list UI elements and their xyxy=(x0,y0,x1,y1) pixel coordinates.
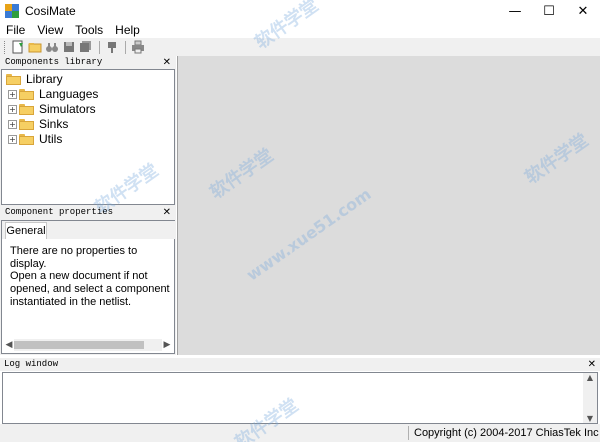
vertical-scrollbar[interactable]: ▲ ▼ xyxy=(583,373,597,423)
open-folder-icon[interactable] xyxy=(27,40,42,54)
panel-title-bar: Components library ✕ xyxy=(1,56,175,69)
folder-open-icon xyxy=(6,73,21,85)
print-icon[interactable] xyxy=(130,40,145,54)
tree-item-label: Simulators xyxy=(39,102,96,116)
scroll-left-icon[interactable]: ◀ xyxy=(4,340,14,350)
log-window-panel: Log window ✕ ▲ ▼ xyxy=(0,358,600,424)
horizontal-scrollbar[interactable]: ◀ ▶ xyxy=(4,339,172,351)
log-output[interactable]: ▲ ▼ xyxy=(2,372,598,424)
tree-root-library[interactable]: Library xyxy=(6,72,63,86)
close-icon[interactable]: ✕ xyxy=(163,206,171,219)
save-all-icon[interactable] xyxy=(78,40,93,54)
document-workspace[interactable] xyxy=(177,56,600,355)
app-logo-icon xyxy=(5,4,19,18)
folder-icon xyxy=(19,88,34,100)
toolbar-separator xyxy=(99,40,100,54)
toolbar-separator xyxy=(125,40,126,54)
scroll-up-icon[interactable]: ▲ xyxy=(587,373,593,382)
folder-icon xyxy=(19,103,34,115)
tree-item-label: Utils xyxy=(39,132,63,146)
save-icon[interactable] xyxy=(61,40,76,54)
expand-icon[interactable]: + xyxy=(8,134,17,144)
panel-title-bar: Component properties ✕ xyxy=(1,206,175,219)
properties-body: General There are no properties to displ… xyxy=(1,220,176,354)
close-button[interactable]: ✕ xyxy=(566,0,600,22)
menu-view[interactable]: View xyxy=(37,23,63,37)
new-document-icon[interactable] xyxy=(10,40,25,54)
scroll-right-icon[interactable]: ▶ xyxy=(162,340,172,350)
expand-icon[interactable]: + xyxy=(8,104,17,114)
tree-item-sinks[interactable]: + Sinks xyxy=(8,117,68,131)
no-properties-text: There are no properties to display. xyxy=(10,245,138,270)
window-title: CosiMate xyxy=(25,4,76,18)
left-dock: Components library ✕ Library + Languages… xyxy=(0,56,176,355)
folder-icon xyxy=(19,118,34,130)
toolbar xyxy=(0,38,600,56)
toolbar-grip[interactable] xyxy=(4,40,7,54)
component-properties-panel: Component properties ✕ General There are… xyxy=(1,206,176,354)
tree-item-languages[interactable]: + Languages xyxy=(8,87,98,101)
expand-icon[interactable]: + xyxy=(8,119,17,129)
copyright-text: Copyright (c) 2004-2017 ChiasTek Inc xyxy=(414,427,599,439)
component-properties-title: Component properties xyxy=(5,207,114,217)
log-window-title: Log window xyxy=(4,359,59,369)
close-icon[interactable]: ✕ xyxy=(163,56,171,69)
maximize-button[interactable]: ☐ xyxy=(532,0,566,22)
binoculars-icon[interactable] xyxy=(44,40,59,54)
menu-file[interactable]: File xyxy=(6,23,25,37)
expand-icon[interactable]: + xyxy=(8,89,17,99)
title-bar: CosiMate — ☐ ✕ xyxy=(0,0,600,22)
components-library-panel: Components library ✕ Library + Languages… xyxy=(1,56,175,206)
pin-icon[interactable] xyxy=(104,40,119,54)
status-separator xyxy=(408,426,409,440)
tree-item-label: Languages xyxy=(39,87,99,101)
properties-hint-text: Open a new document if not opened, and s… xyxy=(10,270,170,308)
menu-tools[interactable]: Tools xyxy=(75,23,103,37)
menu-bar: File View Tools Help xyxy=(0,22,600,38)
folder-icon xyxy=(19,133,34,145)
scroll-track[interactable] xyxy=(14,339,162,351)
menu-help[interactable]: Help xyxy=(115,23,140,37)
tree-item-simulators[interactable]: + Simulators xyxy=(8,102,96,116)
scroll-thumb[interactable] xyxy=(14,341,144,349)
properties-tab-strip: General xyxy=(2,221,176,239)
tree-item-utils[interactable]: + Utils xyxy=(8,132,62,146)
tree-root-label: Library xyxy=(26,72,63,86)
close-icon[interactable]: ✕ xyxy=(588,358,596,371)
status-bar: Copyright (c) 2004-2017 ChiasTek Inc xyxy=(0,424,600,442)
panel-title-bar: Log window ✕ xyxy=(0,358,600,371)
tree-item-label: Sinks xyxy=(39,117,69,131)
tab-general[interactable]: General xyxy=(5,222,47,239)
components-library-title: Components library xyxy=(5,57,103,67)
minimize-button[interactable]: — xyxy=(498,0,532,22)
scroll-down-icon[interactable]: ▼ xyxy=(587,414,593,423)
components-tree[interactable]: Library + Languages + Simulators + Sinks… xyxy=(1,69,175,205)
